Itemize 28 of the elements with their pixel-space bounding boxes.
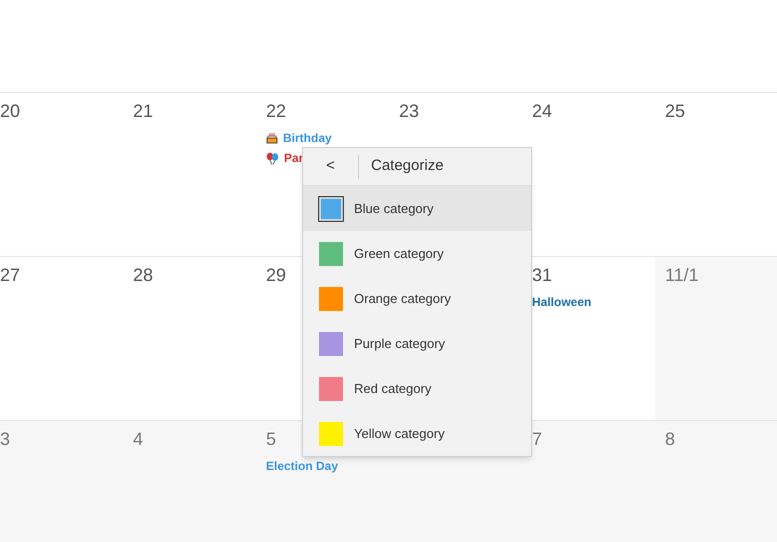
category-item[interactable]: Orange category xyxy=(303,276,531,321)
day-number: 22 xyxy=(266,100,286,123)
back-button[interactable]: < xyxy=(303,148,358,186)
event-title[interactable]: Halloween xyxy=(532,295,592,309)
category-item[interactable]: Blue category xyxy=(303,186,531,231)
day-number: 3 xyxy=(0,428,10,451)
day-number: 31 xyxy=(532,264,552,287)
day-number: 29 xyxy=(266,264,286,287)
category-item[interactable]: Green category xyxy=(303,231,531,276)
balloons-icon xyxy=(266,152,279,164)
day-number: 21 xyxy=(133,100,154,123)
day-number: 25 xyxy=(665,100,686,123)
cake-icon xyxy=(266,132,278,144)
category-item[interactable]: Red category xyxy=(303,366,531,411)
menu-title: Categorize xyxy=(371,156,444,176)
day-number: 7 xyxy=(532,428,542,451)
event-title[interactable]: Par xyxy=(284,151,304,165)
day-number: 27 xyxy=(0,264,20,287)
day-number: 20 xyxy=(0,100,20,123)
day-number: 11/1 xyxy=(665,264,699,287)
day-number: 8 xyxy=(665,428,676,451)
day-number: 23 xyxy=(399,100,420,123)
day-number: 28 xyxy=(133,264,154,287)
day-number: 5 xyxy=(266,428,276,451)
category-item[interactable]: Yellow category xyxy=(303,411,531,456)
day-number: 4 xyxy=(133,428,144,451)
day-number: 24 xyxy=(532,100,552,123)
category-item[interactable]: Purple category xyxy=(303,321,531,366)
